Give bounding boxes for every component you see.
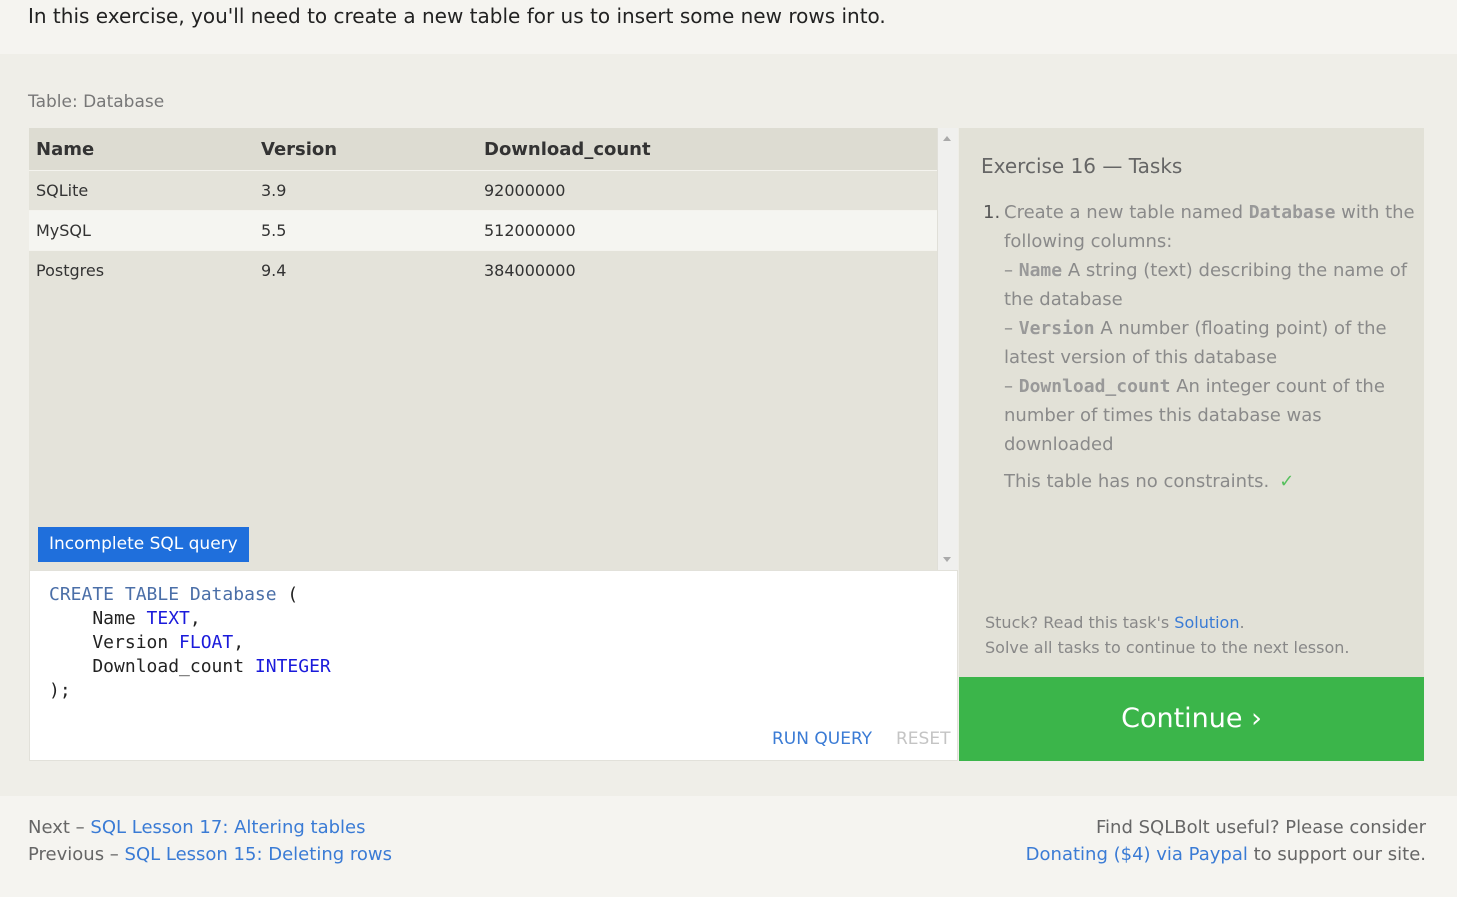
- task-column-name: Download_count: [1018, 376, 1171, 397]
- table-row: Postgres 9.4 384000000: [29, 250, 937, 291]
- code-keyword: CREATE TABLE Database: [49, 584, 277, 605]
- table-caption: Table: Database: [28, 92, 165, 112]
- task-column-name: Version: [1018, 318, 1095, 339]
- previous-prefix: Previous –: [28, 844, 119, 865]
- table-cell: 3.9: [254, 170, 477, 211]
- results-table: Name Version Download_count SQLite 3.9 9…: [29, 128, 937, 291]
- page-edge: [1457, 0, 1463, 897]
- column-header-version: Version: [254, 128, 477, 171]
- task-item: Create a new table named Database with t…: [1004, 202, 1415, 455]
- column-header-name: Name: [29, 128, 254, 171]
- constraints-text: This table has no constraints.: [1004, 471, 1270, 492]
- tasks-title: Exercise 16 — Tasks: [981, 154, 1183, 178]
- help-text: Stuck? Read this task's Solution. Solve …: [985, 610, 1349, 660]
- table-cell: 9.4: [254, 250, 477, 291]
- lesson-nav: Next – SQL Lesson 17: Altering tables Pr…: [28, 814, 392, 868]
- donate-link[interactable]: Donating ($4) via Paypal: [1026, 844, 1248, 865]
- code-type: TEXT: [146, 608, 190, 629]
- task-text: Create a new table named: [1004, 202, 1243, 223]
- table-cell: 512000000: [477, 210, 937, 251]
- tasks-panel: Exercise 16 — Tasks 1. Create a new tabl…: [959, 128, 1424, 677]
- table-cell: 384000000: [477, 250, 937, 291]
- sql-editor[interactable]: CREATE TABLE Database ( Name TEXT, Versi…: [29, 570, 958, 761]
- next-lesson-link[interactable]: SQL Lesson 17: Altering tables: [90, 817, 365, 838]
- results-scrollbar[interactable]: [937, 128, 958, 570]
- query-status-badge: Incomplete SQL query: [38, 527, 249, 562]
- table-row: SQLite 3.9 92000000: [29, 170, 937, 211]
- check-icon: ✓: [1279, 471, 1295, 492]
- footer: Next – SQL Lesson 17: Altering tables Pr…: [0, 796, 1457, 897]
- next-prefix: Next –: [28, 817, 85, 838]
- table-cell: SQLite: [29, 170, 254, 211]
- donation-text: Find SQLBolt useful? Please consider: [1096, 817, 1426, 838]
- scroll-up-arrow-icon[interactable]: [943, 136, 951, 141]
- results-panel: Name Version Download_count SQLite 3.9 9…: [29, 128, 937, 570]
- task-number: 1.: [983, 202, 1001, 223]
- stuck-suffix: .: [1239, 613, 1245, 632]
- column-header-download-count: Download_count: [477, 128, 937, 171]
- stuck-text: Stuck? Read this task's: [985, 613, 1170, 632]
- reset-button[interactable]: RESET: [896, 729, 950, 749]
- task-constraints: This table has no constraints. ✓: [1004, 471, 1294, 492]
- code-type: INTEGER: [254, 656, 331, 677]
- sql-code[interactable]: CREATE TABLE Database ( Name TEXT, Versi…: [49, 583, 331, 703]
- table-cell: 92000000: [477, 170, 937, 211]
- table-cell: Postgres: [29, 250, 254, 291]
- run-query-button[interactable]: RUN QUERY: [772, 729, 872, 749]
- support-text: to support our site.: [1253, 844, 1426, 865]
- task-column-desc: A string (text) describing the name of t…: [1004, 260, 1408, 310]
- table-cell: 5.5: [254, 210, 477, 251]
- table-header-row: Name Version Download_count: [29, 128, 937, 171]
- task-column-name: Name: [1018, 260, 1063, 281]
- solution-link[interactable]: Solution: [1174, 613, 1239, 632]
- donation-note: Find SQLBolt useful? Please consider Don…: [1026, 814, 1426, 868]
- scroll-down-arrow-icon[interactable]: [943, 557, 951, 562]
- solve-all-text: Solve all tasks to continue to the next …: [985, 638, 1350, 657]
- continue-button[interactable]: Continue ›: [959, 677, 1424, 761]
- table-row: MySQL 5.5 512000000: [29, 210, 937, 251]
- intro-section: In this exercise, you'll need to create …: [0, 0, 1457, 54]
- code-type: FLOAT: [179, 632, 234, 653]
- task-table-name: Database: [1248, 202, 1336, 223]
- previous-lesson-link[interactable]: SQL Lesson 15: Deleting rows: [125, 844, 392, 865]
- intro-text: In this exercise, you'll need to create …: [28, 4, 886, 28]
- table-cell: MySQL: [29, 210, 254, 251]
